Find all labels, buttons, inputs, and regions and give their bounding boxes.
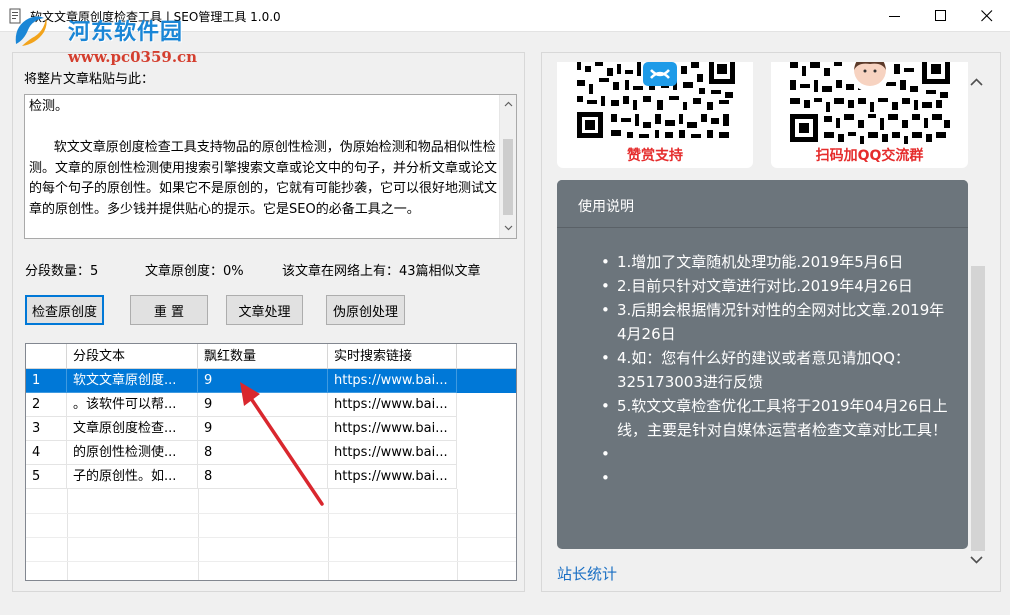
list-item: 2.目前只针对文章进行对比.2019年4月26日 [601,274,953,298]
grid-line [26,561,516,562]
check-originality-button[interactable]: 检查原创度 [25,295,104,325]
scroll-up-icon[interactable] [970,78,983,87]
donate-qr-code-icon [571,62,741,142]
app-icon [9,8,21,24]
row-index: 3 [26,417,67,441]
scroll-down-icon[interactable] [970,555,983,564]
row-text: 软文文章原创度... [67,369,198,393]
table-row[interactable]: 1 软文文章原创度... 9 https://www.bai... [26,369,516,393]
list-item [601,442,953,466]
table-row[interactable]: 4 的原创性检测使... 8 https://www.bai... [26,441,516,465]
grid-line [198,489,199,580]
pseudo-original-button[interactable]: 伪原创处理 [326,295,405,325]
scroll-thumb[interactable] [971,266,985,551]
header-segment-text[interactable]: 分段文本 [67,344,198,369]
scroll-thumb[interactable] [503,139,513,215]
right-panel-scrollbar[interactable] [968,66,985,576]
grid-line [457,489,458,580]
article-textarea[interactable]: 检测。 软文文章原创度检查工具支持物品的原创性检测，伪原始检测和物品相似性检测。… [24,94,517,239]
row-text: 的原创性检测使... [67,441,198,465]
row-count: 8 [198,465,328,489]
originality-rate: 文章原创度：0% [145,264,244,279]
row-count: 9 [198,393,328,417]
maximize-icon [935,10,946,21]
row-link[interactable]: https://www.bai... [328,369,457,393]
row-index: 5 [26,465,67,489]
row-count: 9 [198,417,328,441]
list-item: 1.增加了文章随机处理功能.2019年5月6日 [601,250,953,274]
window-title: 软文文章原创度检查工具 | SEO管理工具 1.0.0 [30,10,281,24]
title-bar: 软文文章原创度检查工具 | SEO管理工具 1.0.0 [0,0,1010,32]
donate-caption: 赞赏支持 [627,148,683,164]
list-item: 4.如：您有什么好的建议或者意见请加QQ：325173003进行反馈 [601,346,953,394]
row-link[interactable]: https://www.bai... [328,465,457,489]
row-index: 2 [26,393,67,417]
paste-label: 将整片文章粘贴与此： [24,72,155,87]
segment-count: 分段数量：5 [25,264,99,279]
scroll-up-icon[interactable] [504,100,513,109]
header-index[interactable] [26,344,67,369]
row-text: 文章原创度检查... [67,417,198,441]
segments-table[interactable]: 分段文本 飘红数量 实时搜索链接 1 软文文章原创度... 9 https://… [25,343,517,581]
grid-line [26,513,516,514]
qq-group-qr-card: 扫码加QQ交流群 [771,62,968,168]
qq-group-caption: 扫码加QQ交流群 [815,148,924,164]
webmaster-stats-link[interactable]: 站长统计 [557,563,617,584]
minimize-icon [889,16,900,17]
usage-instructions-card: 使用说明 1.增加了文章随机处理功能.2019年5月6日 2.目前只针对文章进行… [557,180,968,549]
row-index: 4 [26,441,67,465]
list-item: 5.软文文章检查优化工具将于2019年04月26日上线，主要是针对自媒体运营者检… [601,394,953,442]
similar-count: 该文章在网络上有：43篇相似文章 [282,264,481,279]
table-row[interactable]: 5 子的原创性。如... 8 https://www.bai... [26,465,516,489]
row-text: 。该软件可以帮... [67,393,198,417]
usage-instructions-header: 使用说明 [557,180,968,228]
table-row[interactable]: 2 。该软件可以帮... 9 https://www.bai... [26,393,516,417]
list-item: 3.后期会根据情况针对性的全网对比文章.2019年4月26日 [601,298,953,346]
row-text: 子的原创性。如... [67,465,198,489]
textarea-scrollbar[interactable] [499,95,516,238]
row-link[interactable]: https://www.bai... [328,417,457,441]
reset-button[interactable]: 重 置 [130,295,208,325]
header-red-count[interactable]: 飘红数量 [198,344,328,369]
close-button[interactable] [964,0,1010,32]
article-process-button[interactable]: 文章处理 [226,295,303,325]
qq-group-qr-code-icon [788,62,952,144]
close-icon [981,10,993,22]
list-item [601,466,953,490]
usage-instructions-list: 1.增加了文章随机处理功能.2019年5月6日 2.目前只针对文章进行对比.20… [601,250,953,490]
scroll-down-icon[interactable] [504,223,513,232]
row-count: 8 [198,441,328,465]
row-count: 9 [198,369,328,393]
donate-qr-card: 赞赏支持 [557,62,753,168]
minimize-button[interactable] [872,0,918,32]
grid-line [26,537,516,538]
row-index: 1 [26,369,67,393]
table-header: 分段文本 飘红数量 实时搜索链接 [26,344,516,369]
article-text[interactable]: 检测。 软文文章原创度检查工具支持物品的原创性检测，伪原始检测和物品相似性检测。… [29,97,497,220]
maximize-button[interactable] [918,0,964,32]
row-link[interactable]: https://www.bai... [328,393,457,417]
row-link[interactable]: https://www.bai... [328,441,457,465]
grid-line [67,489,68,580]
header-search-link[interactable]: 实时搜索链接 [328,344,457,369]
table-row[interactable]: 3 文章原创度检查... 9 https://www.bai... [26,417,516,441]
usage-instructions-title: 使用说明 [578,199,634,215]
grid-line [328,489,329,580]
